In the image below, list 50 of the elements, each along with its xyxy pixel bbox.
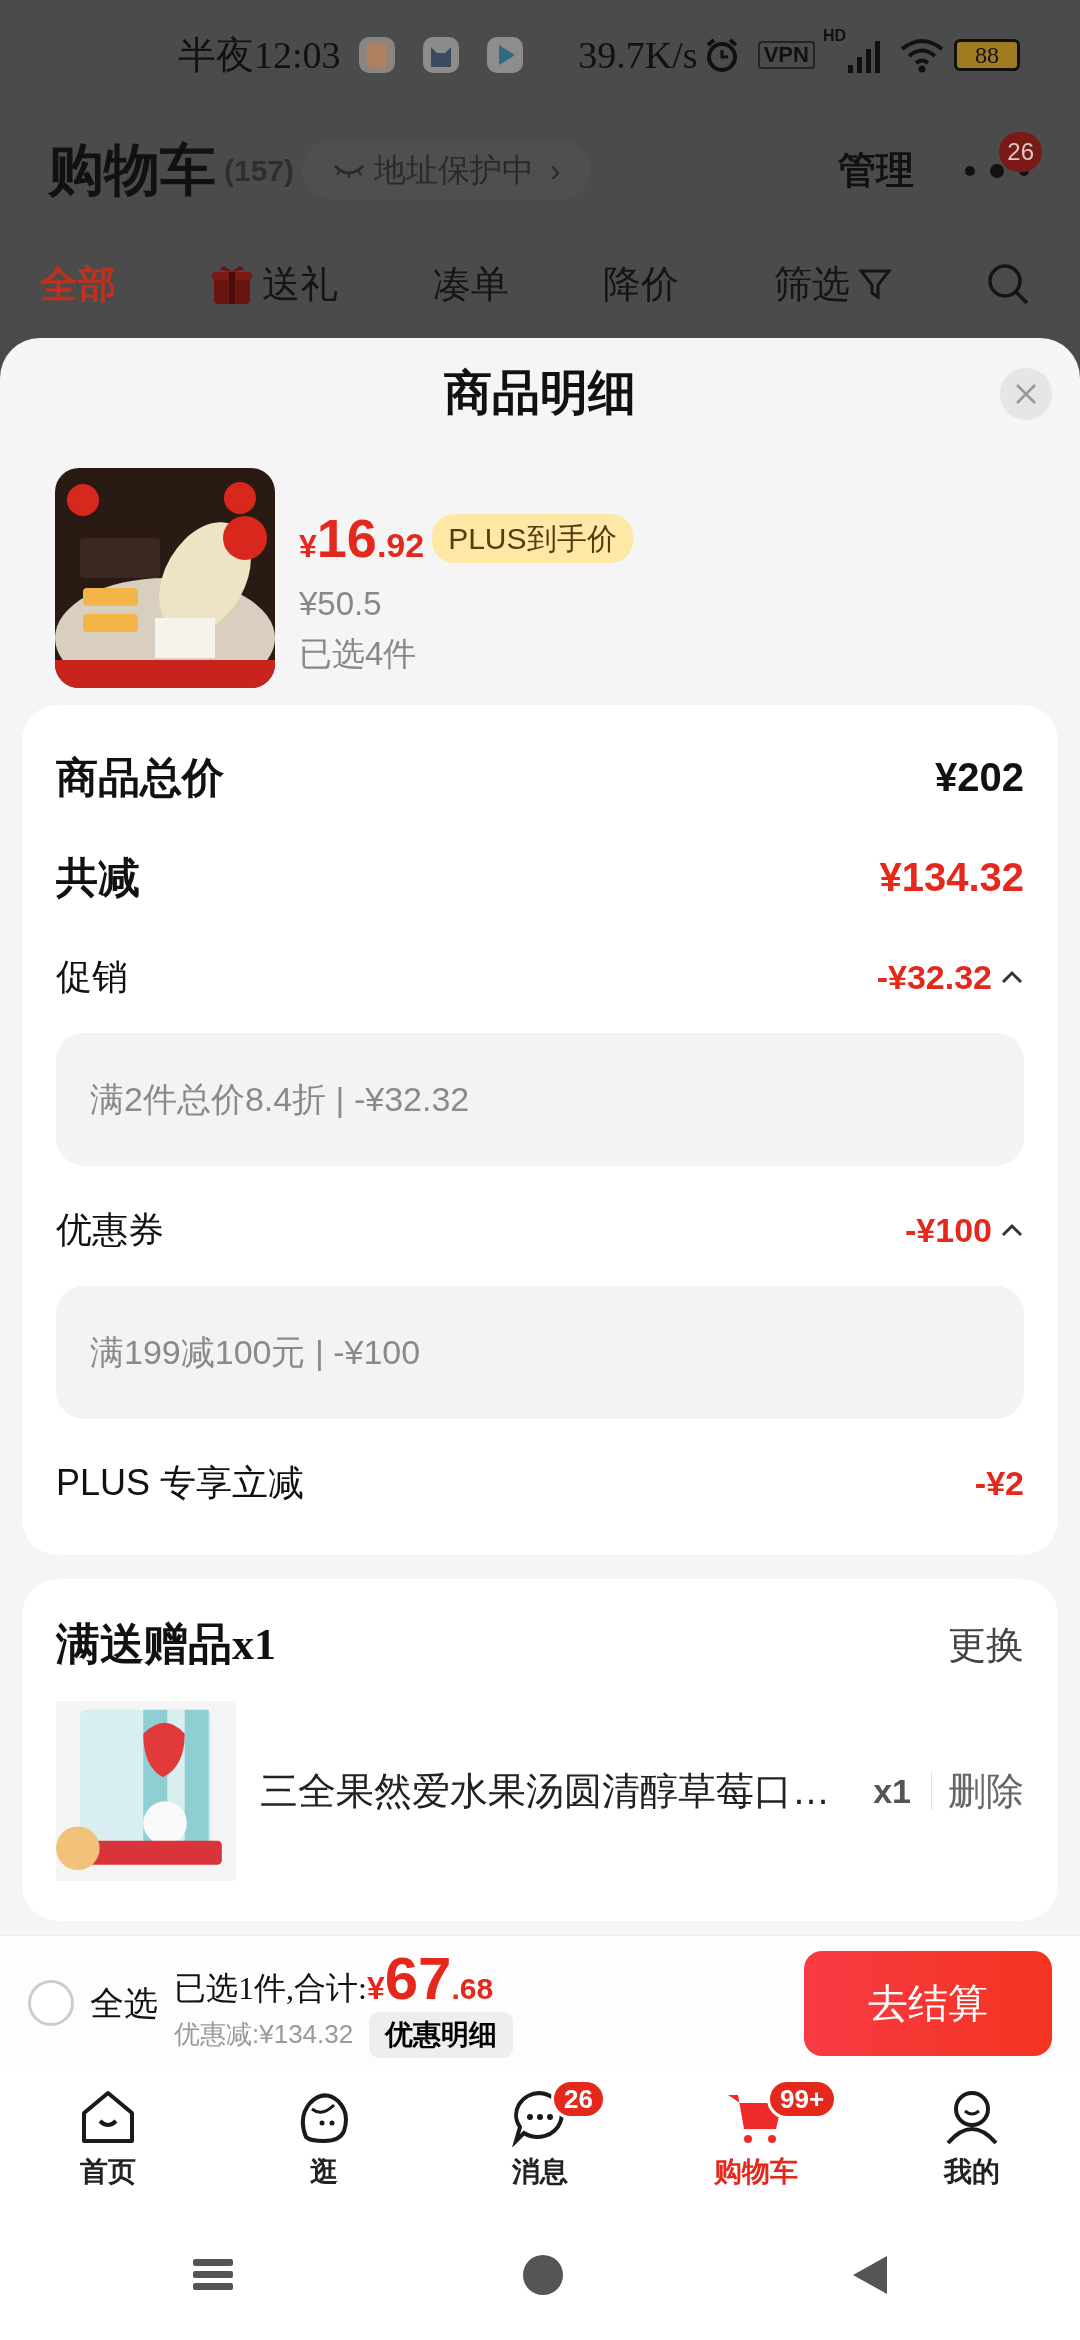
count-badge: 26 [551, 2079, 606, 2119]
total-label: 已选1件,合计: [174, 1968, 367, 2008]
notes-app-icon [356, 35, 397, 75]
search-icon[interactable] [985, 262, 1030, 306]
notification-badge: 26 [999, 132, 1042, 172]
summary-label: 共减 [56, 852, 140, 903]
summary-value: ¥202 [935, 754, 1024, 801]
chevron-up-icon [1000, 1222, 1024, 1238]
original-price: ¥50.5 [299, 584, 383, 624]
delete-button[interactable]: 删除 [931, 1772, 1024, 1810]
checkout-button[interactable]: 去结算 [804, 1950, 1052, 2056]
gift-name: 三全果然爱水果汤圆清醇草莓口… [260, 1768, 830, 1814]
expand-toggle[interactable]: -¥100 [905, 1204, 1024, 1256]
status-time: 半夜12:03 [178, 32, 341, 78]
play-app-icon [484, 35, 525, 75]
summary-label: 优惠券 [56, 1208, 164, 1252]
chevron-up-icon [1000, 969, 1024, 985]
total-price: ¥67.68 [366, 1948, 494, 2012]
discount-detail: 满199减100元 | -¥100 [56, 1286, 1024, 1419]
close-button[interactable] [1000, 368, 1052, 420]
price: ¥16.92 [299, 507, 425, 570]
hd-label: HD [822, 26, 846, 46]
battery-indicator: 88 [954, 39, 1020, 71]
sheet-title: 商品明细 [444, 365, 636, 421]
discount-total: 优惠减:¥134.32 [174, 2018, 354, 2051]
tab-bar-item[interactable]: 逛 [249, 2087, 399, 2193]
summary-value: -¥2 [974, 1462, 1024, 1504]
summary-value: ¥134.32 [879, 854, 1024, 901]
page-title: 购物车 [48, 137, 216, 203]
filter-icon [857, 267, 892, 301]
discount-details-button[interactable]: 优惠明细 [369, 2011, 514, 2058]
cat-app-icon [420, 35, 461, 75]
gift-quantity: x1 [873, 1770, 911, 1812]
price-tag: PLUS到手价 [432, 514, 633, 563]
discount-detail: 满2件总价8.4折 | -¥32.32 [56, 1033, 1024, 1166]
close-icon [1014, 382, 1038, 406]
expand-toggle[interactable]: -¥32.32 [876, 951, 1024, 1003]
summary-label: 促销 [56, 955, 128, 999]
select-all-label: 全选 [90, 1983, 158, 2024]
select-all-checkbox[interactable] [28, 1980, 74, 2026]
summary-label: 商品总价 [56, 752, 224, 803]
change-button[interactable]: 更换 [948, 1616, 1024, 1674]
summary-label: PLUS 专享立减 [56, 1461, 305, 1505]
vpn-indicator: VPN [757, 40, 815, 70]
gift-title: 满送赠品x1 [56, 1619, 276, 1671]
selected-count: 已选4件 [299, 633, 418, 674]
home-circle-icon[interactable] [522, 2254, 564, 2296]
network-speed: 39.7K/s [578, 32, 698, 78]
tab-bar-item[interactable]: 首页 [33, 2087, 183, 2193]
tab-bar-item[interactable]: 我的 [897, 2087, 1047, 2193]
